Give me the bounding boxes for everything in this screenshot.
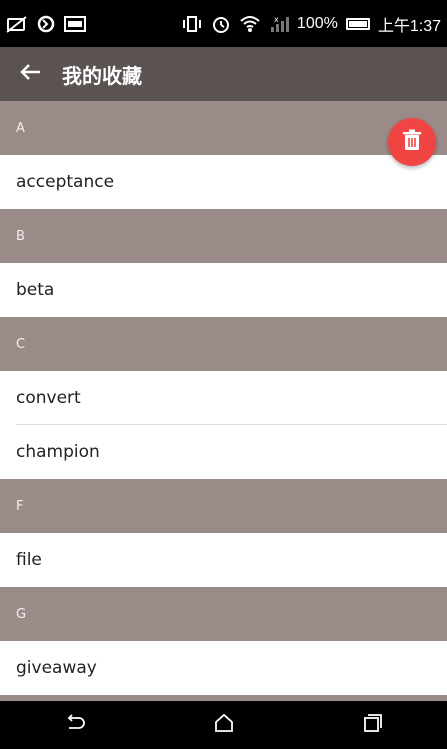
screen-icon (64, 15, 86, 32)
section-header-f: F (0, 479, 447, 533)
battery-icon (345, 17, 370, 30)
list-item[interactable]: champion (0, 425, 447, 479)
vibrate-icon (181, 15, 203, 33)
arrow-left-icon (20, 63, 42, 85)
page-title: 我的收藏 (62, 63, 142, 88)
section-header-a: A (0, 101, 447, 155)
battery-percent: 100% (296, 14, 338, 32)
status-right-icons: x 100% 上午1:37 (181, 12, 441, 36)
svg-text:x: x (274, 15, 279, 24)
status-bar: x 100% 上午1:37 (0, 0, 447, 47)
list-item[interactable]: file (0, 533, 447, 587)
status-left-icons (6, 14, 86, 34)
home-icon (214, 713, 234, 737)
list-item[interactable]: convert (0, 371, 447, 425)
favorites-list: A acceptance B beta C convert champion F… (0, 101, 447, 749)
nav-recents-button[interactable] (343, 701, 403, 749)
app-bar: 我的收藏 (0, 47, 447, 101)
recents-icon (363, 713, 383, 737)
section-header-g: G (0, 587, 447, 641)
list-item[interactable]: giveaway (0, 641, 447, 695)
trash-icon (402, 129, 422, 155)
section-header-b: B (0, 209, 447, 263)
sync-icon (36, 14, 56, 34)
no-sim-icon (6, 15, 28, 33)
nav-home-button[interactable] (194, 701, 254, 749)
delete-fab-button[interactable] (388, 118, 436, 166)
list-item[interactable]: beta (0, 263, 447, 317)
list-item[interactable]: acceptance (0, 155, 447, 209)
clock: 上午1:37 (377, 17, 441, 35)
wifi-icon (239, 14, 261, 34)
signal-icon: x (269, 15, 289, 33)
nav-back-button[interactable] (45, 701, 105, 749)
back-button[interactable] (0, 47, 62, 101)
back-curve-icon (64, 714, 86, 736)
alarm-icon (211, 14, 231, 34)
navigation-bar (0, 701, 447, 749)
section-header-c: C (0, 317, 447, 371)
